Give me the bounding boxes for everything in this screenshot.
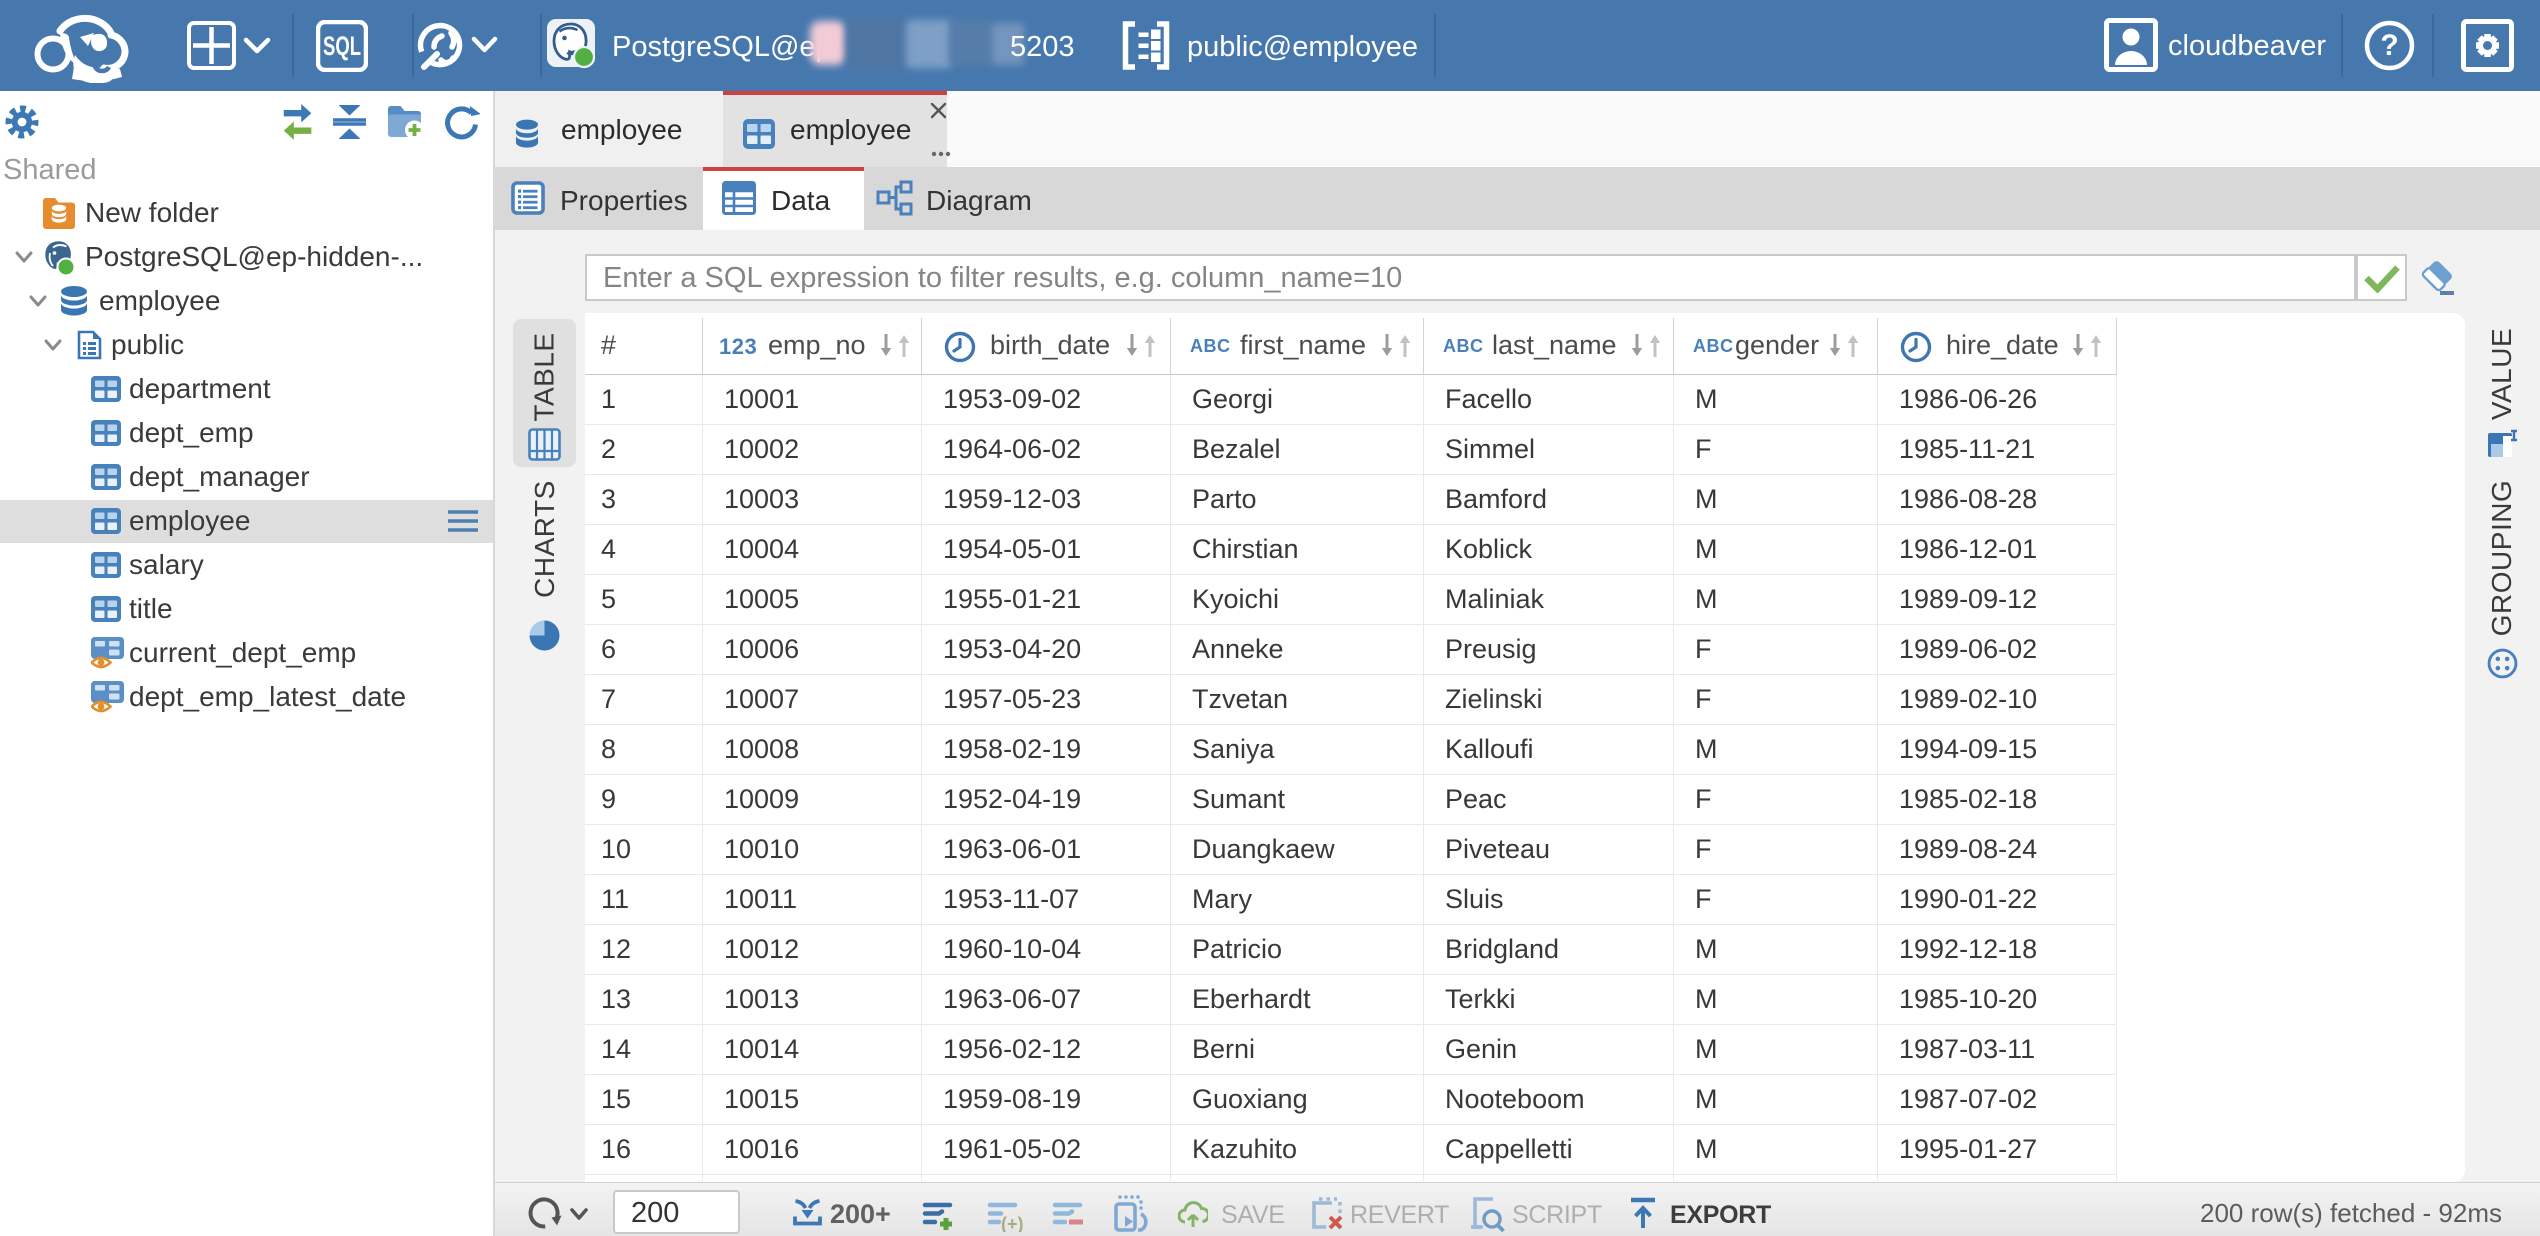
- svg-text:SQL: SQL: [323, 31, 361, 61]
- svg-text:?: ?: [2380, 29, 2398, 62]
- svg-text:(+): (+): [1001, 1214, 1023, 1232]
